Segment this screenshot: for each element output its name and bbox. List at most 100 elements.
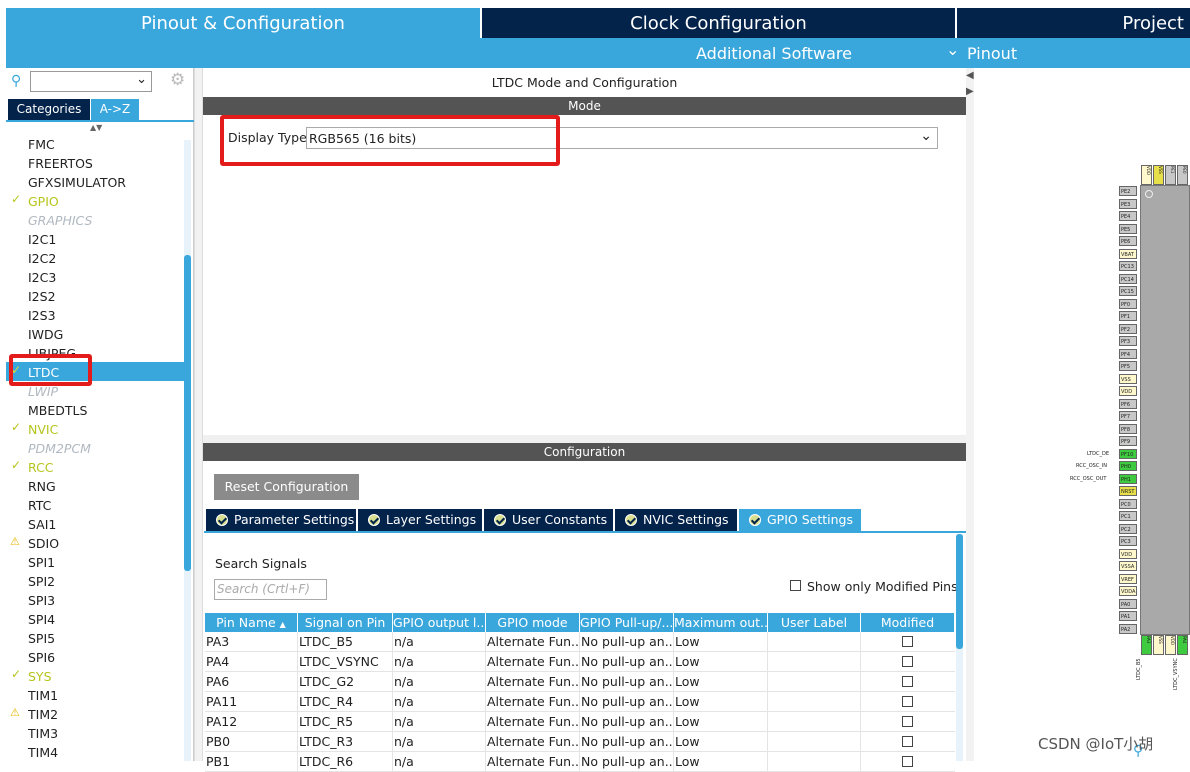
chip-top-pin-vss[interactable]: VSS	[1153, 165, 1164, 185]
search-signals-input[interactable]: Search (Crtl+F)	[214, 579, 327, 600]
chip-top-pin-pe0[interactable]: PE0	[1177, 165, 1188, 185]
chip-pin-pf6[interactable]: PF6	[1119, 398, 1137, 409]
modified-checkbox[interactable]	[902, 636, 913, 647]
chip-bottom-pin-pa3[interactable]: PA3	[1141, 635, 1152, 655]
chip-pin-pf9[interactable]: PF9	[1119, 436, 1137, 446]
chip-pin-pa1[interactable]: PA1	[1119, 611, 1137, 621]
show-modified-checkbox[interactable]	[790, 580, 801, 591]
table-row[interactable]: PA4 LTDC_VSYNC n/a Alternate Fun... No pull-…	[205, 652, 955, 672]
tab-nvic-settings[interactable]: NVIC Settings	[615, 509, 737, 531]
chip-pin-vss[interactable]: VSS	[1119, 373, 1137, 384]
tab-project[interactable]: Project	[957, 8, 1190, 38]
collapse-right-icon[interactable]: ▶	[966, 86, 974, 97]
chip-pin-vdda[interactable]: VDDA	[1119, 586, 1137, 596]
table-row[interactable]: PA3 LTDC_B5 n/a Alternate Fun... No pull-up …	[205, 632, 955, 652]
chip-pin-pe3[interactable]: PE3	[1119, 198, 1137, 209]
modified-checkbox[interactable]	[902, 756, 913, 767]
chip-pin-pc1[interactable]: PC1	[1119, 511, 1137, 521]
chip-pin-pf3[interactable]: PF3	[1119, 336, 1137, 346]
chip-pin-pa2[interactable]: PA2	[1119, 623, 1137, 634]
tab-user-constants[interactable]: User Constants	[484, 509, 613, 531]
chip-pin-nrst[interactable]: NRST	[1119, 486, 1137, 496]
modified-checkbox[interactable]	[902, 736, 913, 747]
table-row[interactable]: PB0 LTDC_R3 n/a Alternate Fun... No pull-up …	[205, 732, 955, 752]
sidebar-item-i2c2[interactable]: I2C2	[28, 249, 56, 268]
chip-pin-pf7[interactable]: PF7	[1119, 411, 1137, 421]
sidebar-item-i2s2[interactable]: I2S2	[28, 287, 56, 306]
col-modified[interactable]: Modified	[861, 613, 955, 632]
gear-icon[interactable]: ⚙	[170, 70, 185, 90]
chip-pin-pf5[interactable]: PF5	[1119, 361, 1137, 371]
chip-bottom-pin-vdd[interactable]: VDD	[1165, 635, 1176, 655]
sidebar-item-graphics[interactable]: GRAPHICS	[28, 211, 92, 230]
category-search-input[interactable]: ⌄	[30, 71, 152, 92]
chip-pin-ph0[interactable]: PH0	[1119, 461, 1137, 471]
chip-pin-pc2[interactable]: PC2	[1119, 523, 1137, 534]
chip-pin-pf2[interactable]: PF2	[1119, 323, 1137, 334]
sidebar-item-nvic[interactable]: NVIC	[28, 420, 58, 439]
chip-pin-pc15[interactable]: PC15	[1119, 286, 1137, 296]
sidebar-item-sdio[interactable]: SDIO	[28, 534, 59, 553]
table-row[interactable]: PB1 LTDC_R6 n/a Alternate Fun... No pull-up …	[205, 752, 955, 772]
additional-software-link[interactable]: Additional Software	[696, 44, 852, 63]
tab-a-z[interactable]: A->Z	[91, 99, 139, 120]
table-row[interactable]: PA11 LTDC_R4 n/a Alternate Fun... No pull-up…	[205, 692, 955, 712]
chip-pin-pc0[interactable]: PC0	[1119, 498, 1137, 509]
chip-pin-vdd[interactable]: VDD	[1119, 386, 1137, 396]
chip-top-pin-pe1[interactable]: PE1	[1165, 165, 1176, 185]
col-max-output[interactable]: Maximum out...	[674, 613, 768, 632]
col-gpio-mode[interactable]: GPIO mode	[486, 613, 580, 632]
modified-checkbox[interactable]	[902, 676, 913, 687]
tab-clock-configuration[interactable]: Clock Configuration	[482, 8, 955, 38]
col-gpio-pull[interactable]: GPIO Pull-up/...	[580, 613, 674, 632]
sidebar-item-freertos[interactable]: FREERTOS	[28, 154, 93, 173]
tab-gpio-settings[interactable]: GPIO Settings	[739, 509, 861, 531]
chip-pin-pc13[interactable]: PC13	[1119, 261, 1137, 271]
table-row[interactable]: PA6 LTDC_G2 n/a Alternate Fun... No pull-up …	[205, 672, 955, 692]
sidebar-item-spi5[interactable]: SPI5	[28, 629, 55, 648]
col-user-label[interactable]: User Label	[768, 613, 861, 632]
modified-checkbox[interactable]	[902, 716, 913, 727]
collapse-left-icon[interactable]: ◀	[966, 70, 974, 81]
chip-pin-pf0[interactable]: PF0	[1119, 298, 1137, 309]
col-gpio-output[interactable]: GPIO output l...	[393, 613, 486, 632]
chip-pin-pe5[interactable]: PE5	[1119, 223, 1137, 234]
sidebar-item-i2c1[interactable]: I2C1	[28, 230, 56, 249]
chip-pin-pf1[interactable]: PF1	[1119, 311, 1137, 321]
panel-divider[interactable]	[203, 435, 966, 443]
sidebar-item-sai1[interactable]: SAI1	[28, 515, 56, 534]
sidebar-item-spi1[interactable]: SPI1	[28, 553, 55, 572]
tab-pinout-configuration[interactable]: Pinout & Configuration	[6, 8, 480, 38]
chip-pin-vref[interactable]: VREF	[1119, 573, 1137, 584]
sidebar-item-spi2[interactable]: SPI2	[28, 572, 55, 591]
sidebar-item-mbedtls[interactable]: MBEDTLS	[28, 401, 87, 420]
sort-arrow-icon[interactable]: ▲▼	[90, 123, 102, 132]
sidebar-item-iwdg[interactable]: IWDG	[28, 325, 63, 344]
tab-parameter-settings[interactable]: Parameter Settings	[206, 509, 356, 531]
sidebar-scrollbar-thumb[interactable]	[184, 255, 191, 571]
sidebar-item-rcc[interactable]: RCC	[28, 458, 54, 477]
sidebar-item-fmc[interactable]: FMC	[28, 135, 55, 154]
chip-pin-vssa[interactable]: VSSA	[1119, 561, 1137, 571]
pinout-menu[interactable]: Pinout	[967, 44, 1017, 63]
sidebar-item-spi3[interactable]: SPI3	[28, 591, 55, 610]
sidebar-item-pdm2pcm[interactable]: PDM2PCM	[28, 439, 91, 458]
chip-bottom-pin-vss[interactable]: VSS	[1153, 635, 1164, 655]
chip-pin-pf4[interactable]: PF4	[1119, 348, 1137, 359]
sidebar-item-tim1[interactable]: TIM1	[28, 686, 58, 705]
sidebar-item-tim4[interactable]: TIM4	[28, 743, 58, 762]
reset-configuration-button[interactable]: Reset Configuration	[214, 474, 359, 500]
tab-categories[interactable]: Categories	[8, 99, 90, 120]
chip-top-pin-vdd[interactable]: VDD	[1141, 165, 1152, 185]
sidebar-item-i2c3[interactable]: I2C3	[28, 268, 56, 287]
chip-pin-pf8[interactable]: PF8	[1119, 423, 1137, 434]
sidebar-item-gfxsimulator[interactable]: GFXSIMULATOR	[28, 173, 126, 192]
splitter[interactable]	[194, 68, 203, 761]
chevron-down-icon[interactable]: ⌄	[946, 40, 959, 59]
sidebar-item-gpio[interactable]: GPIO	[28, 192, 59, 211]
table-scrollbar-thumb[interactable]	[956, 534, 963, 649]
chip-pin-pe4[interactable]: PE4	[1119, 211, 1137, 221]
chip-pin-pe2[interactable]: PE2	[1119, 186, 1137, 196]
sidebar-item-rng[interactable]: RNG	[28, 477, 56, 496]
chip-pin-vbat[interactable]: VBAT	[1119, 248, 1137, 259]
